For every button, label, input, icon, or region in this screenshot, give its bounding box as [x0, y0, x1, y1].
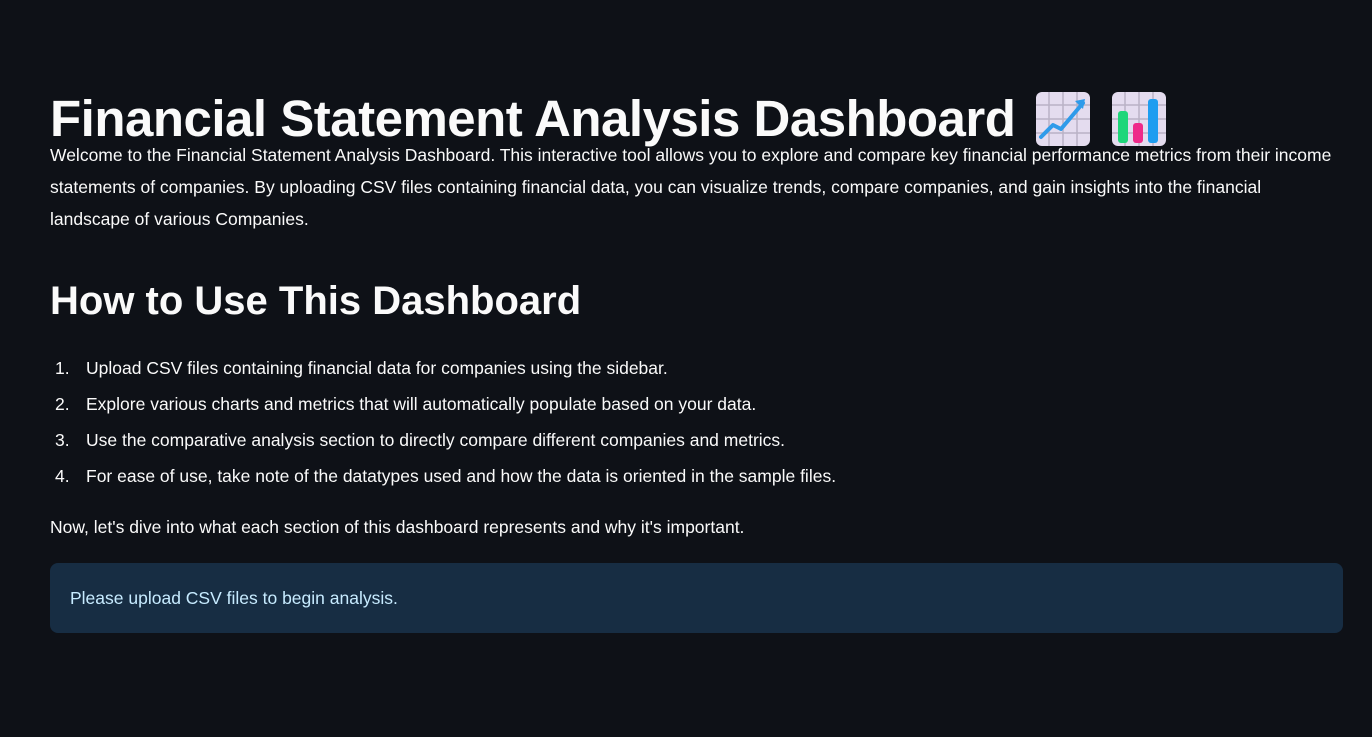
steps-list: 1. Upload CSV files containing financial… — [50, 350, 1340, 494]
list-item: 2. Explore various charts and metrics th… — [50, 386, 1340, 422]
step-number: 3. — [55, 430, 70, 450]
step-text: Upload CSV files containing financial da… — [86, 358, 668, 378]
list-item: 1. Upload CSV files containing financial… — [50, 350, 1340, 386]
step-number: 2. — [55, 394, 70, 414]
info-alert: Please upload CSV files to begin analysi… — [50, 563, 1343, 633]
step-text: For ease of use, take note of the dataty… — [86, 466, 837, 486]
step-number: 1. — [55, 358, 70, 378]
list-item: 4. For ease of use, take note of the dat… — [50, 458, 1340, 494]
list-item: 3. Use the comparative analysis section … — [50, 422, 1340, 458]
closing-paragraph: Now, let's dive into what each section o… — [50, 517, 745, 537]
how-to-heading: How to Use This Dashboard — [50, 279, 582, 323]
step-text: Use the comparative analysis section to … — [86, 430, 786, 450]
step-number: 4. — [55, 466, 70, 486]
intro-paragraph: Welcome to the Financial Statement Analy… — [50, 145, 1332, 229]
info-alert-message: Please upload CSV files to begin analysi… — [70, 588, 398, 608]
step-text: Explore various charts and metrics that … — [86, 394, 757, 414]
